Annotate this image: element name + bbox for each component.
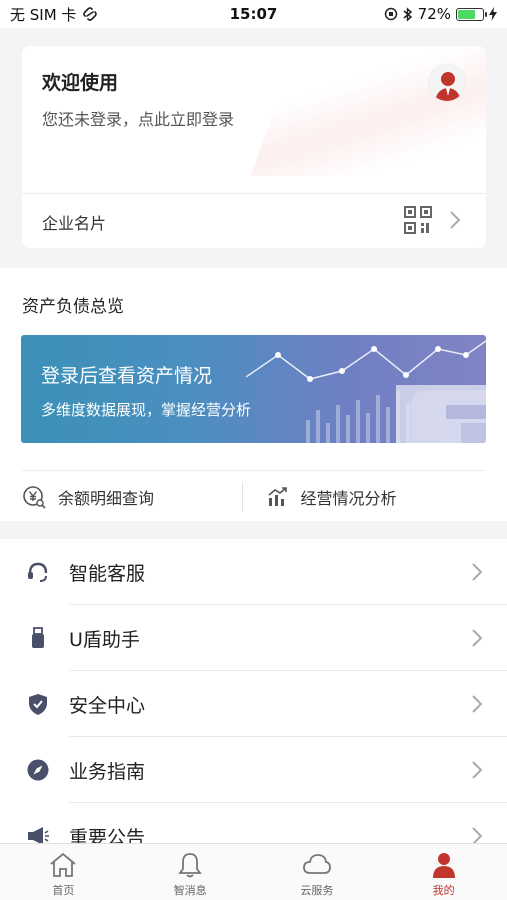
person-icon <box>432 853 455 878</box>
chevron-right-icon <box>472 629 483 647</box>
battery-percent: 72% <box>417 5 451 23</box>
profile-card[interactable]: 欢迎使用 您还未登录，点此立即登录 企业名片 <box>22 46 486 248</box>
bottom-tab-bar: 首页 智消息 云服务 我的 <box>0 843 507 900</box>
tab-cloud-services[interactable]: 云服务 <box>254 844 381 900</box>
divider <box>22 193 486 194</box>
status-left: 无 SIM 卡 <box>10 4 98 25</box>
tab-label: 我的 <box>432 884 455 897</box>
tab-label: 首页 <box>52 884 75 897</box>
chevron-right-icon <box>472 563 483 581</box>
megaphone-icon <box>28 827 49 843</box>
headset-icon <box>28 562 48 582</box>
yen-search-icon <box>23 485 46 509</box>
section-title: 资产负债总览 <box>22 297 124 317</box>
chevron-right-icon <box>472 695 483 713</box>
shield-check-icon <box>29 694 47 715</box>
menu-item-announcements[interactable]: 重要公告 <box>0 803 507 843</box>
menu-item-ukey-assistant[interactable]: U盾助手 <box>0 605 507 671</box>
usb-key-icon <box>32 627 44 648</box>
banner-chart-illustration <box>246 340 486 443</box>
login-prompt[interactable]: 您还未登录，点此立即登录 <box>42 106 234 130</box>
home-icon <box>50 852 76 877</box>
asset-overview-section: 资产负债总览 登录后查看资产情况 多维度数据展现，掌握经营分析 余额明细查询 经… <box>0 268 507 521</box>
banner-title: 登录后查看资产情况 <box>41 365 213 387</box>
link-icon <box>83 7 98 21</box>
battery-icon <box>456 7 487 21</box>
menu-label: 重要公告 <box>69 827 146 843</box>
menu-item-business-guide[interactable]: 业务指南 <box>0 737 507 803</box>
compass-icon <box>27 759 49 781</box>
business-card-label[interactable]: 企业名片 <box>42 210 106 234</box>
menu-label: 业务指南 <box>69 761 146 783</box>
status-bar: 无 SIM 卡 15:07 72% <box>0 0 507 28</box>
welcome-title: 欢迎使用 <box>42 72 119 94</box>
chevron-right-icon <box>472 761 483 779</box>
carrier-text: 无 SIM 卡 <box>10 5 77 24</box>
menu-item-customer-service[interactable]: 智能客服 <box>0 539 507 605</box>
tab-home[interactable]: 首页 <box>0 844 127 900</box>
tab-label: 智消息 <box>173 884 207 897</box>
chevron-right-icon <box>450 211 461 229</box>
cloud-icon <box>302 854 331 874</box>
quick-link-label: 经营情况分析 <box>300 488 397 508</box>
tab-mine[interactable]: 我的 <box>380 844 507 900</box>
bell-icon <box>178 853 202 878</box>
asset-banner[interactable]: 登录后查看资产情况 多维度数据展现，掌握经营分析 <box>21 335 486 443</box>
menu-label: 智能客服 <box>69 563 146 585</box>
quick-links: 余额明细查询 经营情况分析 <box>22 470 486 522</box>
avatar[interactable] <box>428 64 466 102</box>
business-analysis-link[interactable]: 经营情况分析 <box>243 471 487 522</box>
battery-fill <box>458 9 476 19</box>
tab-messages[interactable]: 智消息 <box>127 844 254 900</box>
banner-subtitle: 多维度数据展现，掌握经营分析 <box>41 401 252 419</box>
balance-detail-link[interactable]: 余额明细查询 <box>22 471 242 522</box>
charging-bolt-icon <box>489 7 497 21</box>
service-menu: 智能客服 U盾助手 安全中心 业务指南 重要公告 <box>0 539 507 843</box>
chevron-right-icon <box>472 827 483 843</box>
bar-chart-icon <box>267 486 287 506</box>
quick-link-label: 余额明细查询 <box>58 488 155 508</box>
menu-label: 安全中心 <box>69 695 146 717</box>
menu-item-security-center[interactable]: 安全中心 <box>0 671 507 737</box>
tab-label: 云服务 <box>300 884 334 897</box>
bluetooth-icon <box>403 6 412 22</box>
menu-label: U盾助手 <box>69 629 140 651</box>
qr-code-icon[interactable] <box>404 206 432 234</box>
status-right: 72% <box>384 5 497 23</box>
rotation-lock-icon <box>384 7 397 21</box>
